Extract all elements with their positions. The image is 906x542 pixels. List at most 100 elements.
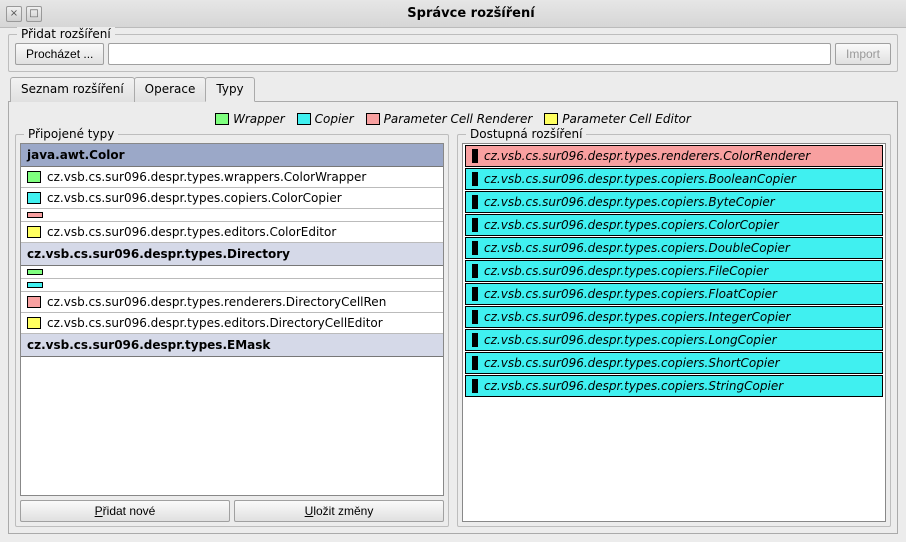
extension-row[interactable]: cz.vsb.cs.sur096.despr.types.copiers.Lon… (465, 329, 883, 351)
titlebar: × □ Správce rozšíření (0, 0, 906, 28)
window: × □ Správce rozšíření Přidat rozšíření P… (0, 0, 906, 542)
add-new-button[interactable]: Přidat nové (20, 500, 230, 522)
type-row[interactable]: cz.vsb.cs.sur096.despr.types.copiers.Col… (21, 188, 443, 209)
panels: Připojené typy java.awt.Colorcz.vsb.cs.s… (15, 134, 891, 527)
legend-copier: Copier (297, 112, 354, 126)
extension-row[interactable]: cz.vsb.cs.sur096.despr.types.copiers.Col… (465, 214, 883, 236)
type-group-header[interactable]: cz.vsb.cs.sur096.despr.types.EMask (21, 334, 443, 357)
extension-row[interactable]: cz.vsb.cs.sur096.despr.types.copiers.Fil… (465, 260, 883, 282)
marker-icon (472, 333, 478, 347)
type-row[interactable]: cz.vsb.cs.sur096.despr.types.wrappers.Co… (21, 167, 443, 188)
legend-editor-label: Parameter Cell Editor (562, 112, 691, 126)
wrapper-swatch-icon (215, 113, 229, 125)
content: Přidat rozšíření Procházet ... Import Se… (0, 28, 906, 542)
type-row-label: cz.vsb.cs.sur096.despr.types.wrappers.Co… (47, 170, 366, 184)
available-extensions-panel: Dostupná rozšíření cz.vsb.cs.sur096.desp… (457, 134, 891, 527)
type-row[interactable] (21, 266, 443, 279)
add-extension-label: Přidat rozšíření (17, 27, 115, 41)
extension-row-label: cz.vsb.cs.sur096.despr.types.renderers.C… (484, 149, 810, 163)
type-row-label: cz.vsb.cs.sur096.despr.types.copiers.Col… (47, 191, 342, 205)
extension-row-label: cz.vsb.cs.sur096.despr.types.copiers.Int… (484, 310, 791, 324)
marker-icon (472, 310, 478, 324)
editor-swatch-icon (544, 113, 558, 125)
extension-row[interactable]: cz.vsb.cs.sur096.despr.types.renderers.C… (465, 145, 883, 167)
wrapper-swatch-icon (27, 171, 41, 183)
save-rest: ložit změny (313, 504, 373, 518)
type-group-header[interactable]: cz.vsb.cs.sur096.despr.types.Directory (21, 243, 443, 266)
extension-row[interactable]: cz.vsb.cs.sur096.despr.types.copiers.Str… (465, 375, 883, 397)
window-title: Správce rozšíření (42, 6, 900, 21)
close-icon[interactable]: × (6, 6, 22, 22)
type-row[interactable]: cz.vsb.cs.sur096.despr.types.renderers.D… (21, 292, 443, 313)
extension-row-label: cz.vsb.cs.sur096.despr.types.copiers.Flo… (484, 287, 777, 301)
available-extensions-scroll[interactable]: cz.vsb.cs.sur096.despr.types.renderers.C… (462, 143, 886, 522)
extension-row-label: cz.vsb.cs.sur096.despr.types.copiers.Dou… (484, 241, 790, 255)
extension-row-label: cz.vsb.cs.sur096.despr.types.copiers.Boo… (484, 172, 796, 186)
add-new-rest: řidat nové (103, 504, 156, 518)
legend-renderer: Parameter Cell Renderer (366, 112, 533, 126)
type-row[interactable] (21, 209, 443, 222)
type-row[interactable]: cz.vsb.cs.sur096.despr.types.editors.Col… (21, 222, 443, 243)
extension-row-label: cz.vsb.cs.sur096.despr.types.copiers.Fil… (484, 264, 768, 278)
import-button[interactable]: Import (835, 43, 891, 65)
add-extension-group: Přidat rozšíření Procházet ... Import (8, 34, 898, 72)
tab-types[interactable]: Typy (205, 77, 254, 102)
extension-row-label: cz.vsb.cs.sur096.despr.types.copiers.Sho… (484, 356, 780, 370)
marker-icon (472, 356, 478, 370)
tab-extension-list[interactable]: Seznam rozšíření (10, 77, 135, 102)
type-row-label: cz.vsb.cs.sur096.despr.types.editors.Dir… (47, 316, 383, 330)
marker-icon (472, 149, 478, 163)
connected-types-scroll[interactable]: java.awt.Color cz.vsb.cs.sur096.despr.typ… (20, 143, 444, 496)
type-row[interactable] (21, 279, 443, 292)
available-extensions-label: Dostupná rozšíření (466, 127, 586, 141)
legend-copier-label: Copier (315, 112, 354, 126)
legend-wrapper-label: Wrapper (233, 112, 285, 126)
renderer-swatch-icon (27, 212, 43, 218)
tab-body: Wrapper Copier Parameter Cell Renderer P… (8, 102, 898, 534)
type-group-header[interactable]: java.awt.Color (21, 144, 443, 167)
copier-swatch-icon (27, 192, 41, 204)
connected-types-buttons: Přidat nové Uložit změny (20, 500, 444, 522)
marker-icon (472, 218, 478, 232)
tabs-container: Seznam rozšíření Operace Typy Wrapper Co… (8, 76, 898, 534)
legend: Wrapper Copier Parameter Cell Renderer P… (15, 108, 891, 130)
renderer-swatch-icon (27, 296, 41, 308)
maximize-icon[interactable]: □ (26, 6, 42, 22)
path-input[interactable] (108, 43, 831, 65)
available-extensions-list: cz.vsb.cs.sur096.despr.types.renderers.C… (463, 144, 885, 521)
extension-row[interactable]: cz.vsb.cs.sur096.despr.types.copiers.Dou… (465, 237, 883, 259)
extension-row[interactable]: cz.vsb.cs.sur096.despr.types.copiers.Flo… (465, 283, 883, 305)
connected-types-label: Připojené typy (24, 127, 118, 141)
legend-wrapper: Wrapper (215, 112, 285, 126)
type-row[interactable]: cz.vsb.cs.sur096.despr.types.editors.Dir… (21, 313, 443, 334)
extension-row[interactable]: cz.vsb.cs.sur096.despr.types.copiers.Int… (465, 306, 883, 328)
marker-icon (472, 172, 478, 186)
marker-icon (472, 264, 478, 278)
extension-row[interactable]: cz.vsb.cs.sur096.despr.types.copiers.Boo… (465, 168, 883, 190)
copier-swatch-icon (27, 282, 43, 288)
legend-editor: Parameter Cell Editor (544, 112, 691, 126)
editor-swatch-icon (27, 317, 41, 329)
wrapper-swatch-icon (27, 269, 43, 275)
type-row-label: cz.vsb.cs.sur096.despr.types.editors.Col… (47, 225, 336, 239)
connected-types-panel: Připojené typy java.awt.Colorcz.vsb.cs.s… (15, 134, 449, 527)
extension-row-label: cz.vsb.cs.sur096.despr.types.copiers.Col… (484, 218, 779, 232)
connected-types-list: java.awt.Color cz.vsb.cs.sur096.despr.typ… (21, 144, 443, 495)
legend-renderer-label: Parameter Cell Renderer (384, 112, 533, 126)
titlebar-buttons: × □ (6, 6, 42, 22)
tab-operations[interactable]: Operace (134, 77, 207, 102)
marker-icon (472, 287, 478, 301)
save-changes-button[interactable]: Uložit změny (234, 500, 444, 522)
extension-row[interactable]: cz.vsb.cs.sur096.despr.types.copiers.Sho… (465, 352, 883, 374)
marker-icon (472, 195, 478, 209)
add-extension-row: Procházet ... Import (15, 43, 891, 65)
extension-row-label: cz.vsb.cs.sur096.despr.types.copiers.Lon… (484, 333, 777, 347)
extension-row[interactable]: cz.vsb.cs.sur096.despr.types.copiers.Byt… (465, 191, 883, 213)
renderer-swatch-icon (366, 113, 380, 125)
type-row-label: cz.vsb.cs.sur096.despr.types.renderers.D… (47, 295, 386, 309)
marker-icon (472, 379, 478, 393)
browse-button[interactable]: Procházet ... (15, 43, 104, 65)
extension-row-label: cz.vsb.cs.sur096.despr.types.copiers.Byt… (484, 195, 775, 209)
marker-icon (472, 241, 478, 255)
copier-swatch-icon (297, 113, 311, 125)
